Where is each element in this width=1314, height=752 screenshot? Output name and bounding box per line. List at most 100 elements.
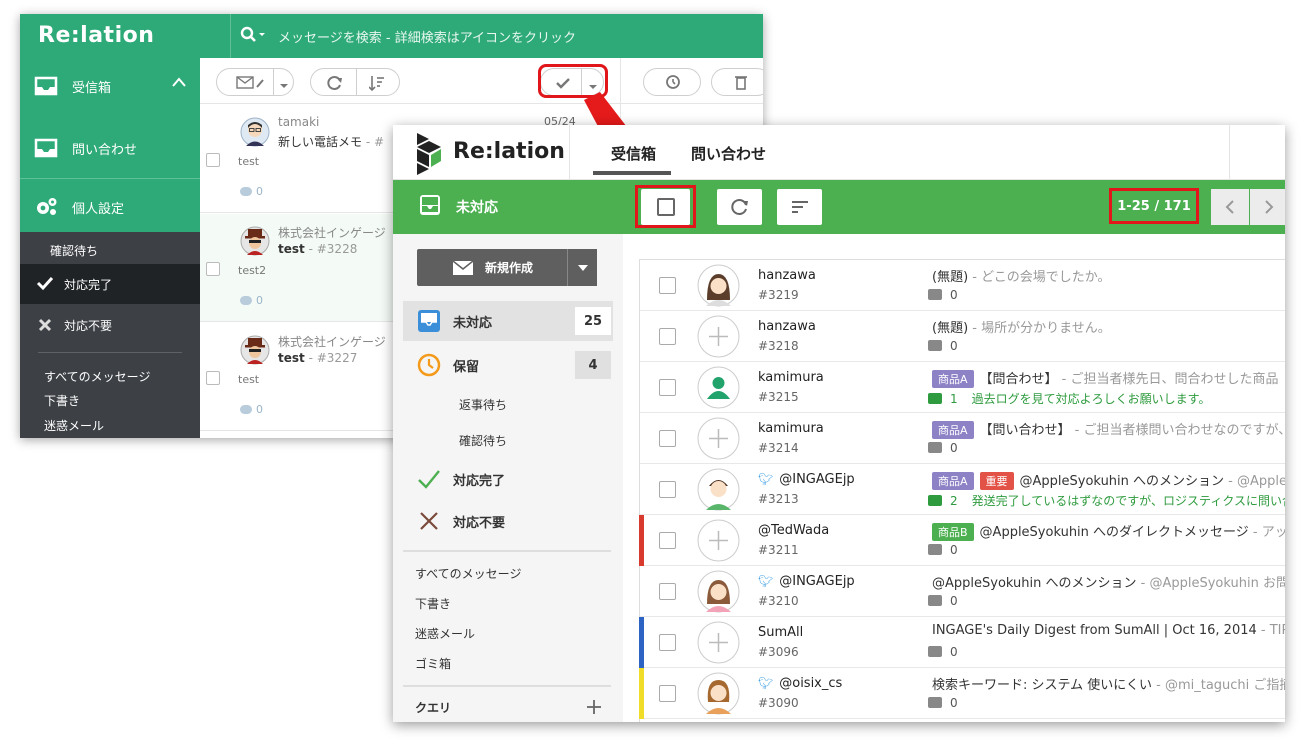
- old-refresh-sort-button[interactable]: [310, 68, 400, 96]
- select-all-highlight: [635, 185, 696, 228]
- row-checkbox[interactable]: [659, 328, 676, 345]
- table-row[interactable]: 🐦︎ @INGAGEjp #3213 商品A 重要 @AppleSyokuhin への…: [640, 464, 1285, 515]
- refresh-button[interactable]: [717, 189, 762, 225]
- old-compose-button[interactable]: [216, 68, 294, 96]
- comment-icon: [240, 405, 252, 414]
- chevron-up-icon[interactable]: [172, 76, 186, 91]
- inbox-icon: [34, 137, 58, 159]
- add-avatar-icon: [697, 621, 740, 664]
- comment-icon: [240, 296, 252, 305]
- table-row[interactable]: kamimura #3214 商品A 【問い合わせ】 - ご担当者様問い合わせなの…: [640, 413, 1285, 464]
- old-sub-confirm[interactable]: 確認待ち: [50, 242, 98, 259]
- old-link-draft[interactable]: 下書き: [44, 392, 80, 409]
- sidebar-link-trash[interactable]: ゴミ箱: [415, 655, 451, 672]
- tab-inbox[interactable]: 受信箱: [611, 143, 656, 164]
- old-logo: Re:lation: [38, 23, 155, 48]
- old-trash-button[interactable]: [711, 68, 763, 96]
- new-header: Re:lation 受信箱 問い合わせ: [393, 125, 1285, 180]
- sidebar-item-open[interactable]: 未対応 25: [403, 301, 613, 341]
- table-row[interactable]: 🐦︎ @oisix_cs #3090 検索キーワード: システム 使いにくい - …: [639, 668, 1285, 719]
- close-icon: [38, 318, 52, 336]
- check-icon: [36, 275, 54, 295]
- message-list: hanzawa #3219 (無題) - どこの会場でしたか。 0 hanzaw…: [639, 259, 1285, 722]
- row-checkbox[interactable]: [659, 379, 676, 396]
- comment-icon: [928, 289, 942, 300]
- sidebar-item-done[interactable]: 対応完了: [403, 459, 613, 499]
- comment-icon: [928, 595, 942, 606]
- twitter-icon: 🐦︎: [758, 574, 774, 588]
- comment-icon: [240, 187, 252, 196]
- mail-icon: [452, 260, 474, 278]
- close-icon: [417, 509, 441, 533]
- table-row[interactable]: SumAll #3096 INGAGE's Daily Digest from …: [639, 617, 1285, 668]
- row-checkbox[interactable]: [659, 685, 676, 702]
- row-checkbox[interactable]: [659, 481, 676, 498]
- avatar: [240, 117, 270, 147]
- new-bar-title: 未対応: [456, 200, 498, 216]
- next-page-button[interactable]: [1250, 189, 1285, 225]
- twitter-icon: 🐦︎: [758, 472, 774, 486]
- compose-dropdown[interactable]: [567, 249, 597, 286]
- add-avatar-icon: [697, 315, 740, 358]
- sort-icon: [791, 201, 808, 213]
- trash-icon: [735, 76, 747, 90]
- sidebar-item-skip[interactable]: 対応不要: [403, 501, 613, 541]
- inbox-icon: [34, 75, 58, 97]
- refresh-icon: [327, 75, 343, 95]
- old-link-all[interactable]: すべてのメッセージ: [44, 368, 150, 385]
- tab-contact[interactable]: 問い合わせ: [691, 143, 766, 164]
- chevron-left-icon: [1225, 200, 1234, 214]
- old-nav-personal[interactable]: 個人設定: [20, 179, 200, 235]
- add-avatar-icon: [697, 417, 740, 460]
- twitter-icon: 🐦︎: [758, 676, 774, 690]
- new-logo: Re:lation: [453, 139, 565, 164]
- sidebar-item-confirm[interactable]: 確認待ち: [459, 432, 507, 449]
- table-row[interactable]: hanzawa #3218 (無題) - 場所が分かりません。 0: [640, 311, 1285, 362]
- old-nav-inbox[interactable]: 受信箱: [20, 58, 200, 114]
- old-search-input[interactable]: メッセージを検索 - 詳細検索はアイコンをクリック: [278, 27, 576, 46]
- mail-edit-icon: [236, 76, 264, 89]
- avatar: [697, 264, 740, 307]
- table-row[interactable]: hanzawa #3219 (無題) - どこの会場でしたか。 0: [640, 260, 1285, 311]
- table-row[interactable]: @TedWada #3211 商品B @AppleSyokuhin へのダイレクト…: [639, 515, 1285, 566]
- search-icon[interactable]: [240, 26, 266, 48]
- add-query-icon[interactable]: [586, 699, 602, 719]
- old-nav-label: 個人設定: [72, 201, 125, 217]
- sidebar-link-all[interactable]: すべてのメッセージ: [415, 565, 521, 582]
- comment-icon: [928, 340, 942, 351]
- old-link-spam[interactable]: 迷惑メール: [44, 417, 104, 434]
- row-checkbox[interactable]: [206, 262, 220, 276]
- comment-icon: [928, 495, 942, 506]
- user-avatar-icon: [697, 366, 740, 409]
- comment-icon: [928, 393, 942, 404]
- sidebar-link-spam[interactable]: 迷惑メール: [415, 625, 475, 642]
- label-bar: [639, 515, 644, 566]
- clock-icon: [417, 353, 441, 377]
- sidebar-item-hold[interactable]: 保留 4: [403, 345, 613, 385]
- row-checkbox[interactable]: [659, 532, 676, 549]
- refresh-icon: [730, 199, 748, 215]
- gears-icon: [34, 196, 58, 218]
- sidebar-link-draft[interactable]: 下書き: [415, 595, 451, 612]
- row-checkbox[interactable]: [206, 371, 220, 385]
- row-checkbox[interactable]: [659, 634, 676, 651]
- table-row[interactable]: 🐦︎ @INGAGEjp #3210 @AppleSyokuhin へのメンション…: [640, 566, 1285, 617]
- old-nav-contact[interactable]: 問い合わせ: [20, 120, 200, 176]
- old-header: Re:lation メッセージを検索 - 詳細検索はアイコンをクリック: [20, 14, 763, 58]
- inbox-icon: [417, 309, 441, 333]
- sort-button[interactable]: [777, 189, 822, 225]
- chevron-down-icon: [279, 78, 289, 93]
- row-checkbox[interactable]: [659, 277, 676, 294]
- old-sub-skip[interactable]: 対応不要: [20, 310, 200, 340]
- avatar: [697, 468, 740, 511]
- row-checkbox[interactable]: [659, 583, 676, 600]
- table-row[interactable]: kamimura #3215 商品A 【問合わせ】 - ご担当者様先日、問合わせし…: [640, 362, 1285, 413]
- row-checkbox[interactable]: [206, 153, 220, 167]
- old-sub-done[interactable]: 対応完了: [20, 264, 200, 304]
- row-checkbox[interactable]: [659, 430, 676, 447]
- page-range: 1-25 / 171: [1109, 188, 1199, 224]
- new-sidebar: 新規作成 未対応 25 保留 4 返事待ち 確認待ち 対応完了 対応不要 すべて…: [393, 234, 623, 722]
- sidebar-item-reply[interactable]: 返事待ち: [459, 396, 507, 413]
- prev-page-button[interactable]: [1211, 189, 1249, 225]
- check-icon: [417, 467, 441, 491]
